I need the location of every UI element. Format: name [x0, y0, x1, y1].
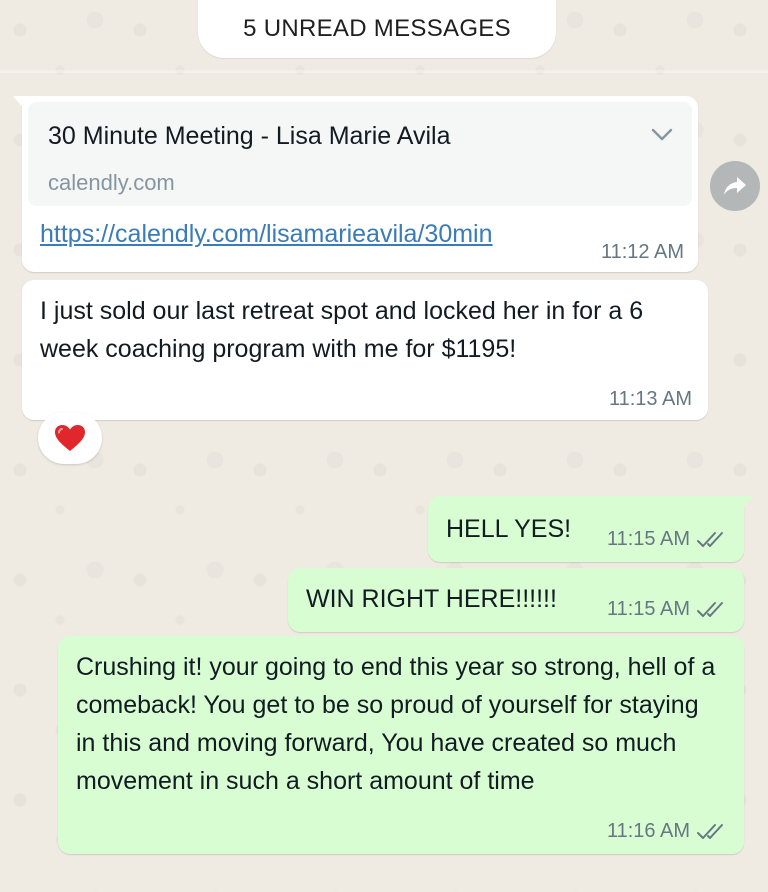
message-link-url[interactable]: https://calendly.com/lisamarieavila/30mi…: [40, 220, 493, 249]
forward-button[interactable]: [710, 161, 760, 211]
message-time: 11:15 AM: [606, 528, 690, 550]
chevron-down-icon[interactable]: [650, 124, 674, 144]
bubble-tail: [13, 96, 25, 110]
link-preview-title: 30 Minute Meeting - Lisa Marie Avila: [48, 122, 451, 150]
message-text: Crushing it! your going to end this year…: [76, 653, 716, 795]
message-reaction[interactable]: [38, 412, 102, 464]
message-timestamp: 11:13 AM: [608, 388, 692, 410]
message-text: WIN RIGHT HERE!!!!!!: [306, 585, 557, 613]
link-preview-card[interactable]: 30 Minute Meeting - Lisa Marie Avila cal…: [28, 102, 692, 206]
unread-messages-banner: 5 UNREAD MESSAGES: [198, 0, 556, 58]
double-check-icon: [697, 531, 723, 547]
link-preview-domain: calendly.com: [48, 170, 175, 195]
message-incoming[interactable]: I just sold our last retreat spot and lo…: [22, 280, 708, 420]
message-text: HELL YES!: [446, 515, 572, 543]
message-outgoing[interactable]: HELL YES! 11:15 AM: [428, 496, 753, 562]
bubble-tail: [741, 496, 753, 510]
message-text: I just sold our last retreat spot and lo…: [40, 297, 644, 363]
double-check-icon: [697, 823, 723, 839]
heart-icon: [55, 425, 85, 451]
message-timestamp: 11:15 AM: [607, 598, 730, 621]
message-timestamp: 11:12 AM: [600, 241, 684, 263]
double-check-icon: [697, 601, 723, 617]
unread-messages-label: 5 UNREAD MESSAGES: [243, 15, 511, 42]
message-link-preview[interactable]: 30 Minute Meeting - Lisa Marie Avila cal…: [13, 96, 698, 272]
message-outgoing[interactable]: WIN RIGHT HERE!!!!!! 11:15 AM: [288, 568, 744, 632]
message-timestamp: 11:15 AM: [607, 528, 730, 551]
forward-arrow-icon: [724, 177, 746, 195]
message-time: 11:16 AM: [606, 820, 690, 842]
message-time: 11:15 AM: [606, 598, 690, 620]
unread-divider: [0, 70, 768, 73]
message-outgoing[interactable]: Crushing it! your going to end this year…: [58, 636, 744, 854]
message-timestamp: 11:16 AM: [607, 820, 730, 843]
